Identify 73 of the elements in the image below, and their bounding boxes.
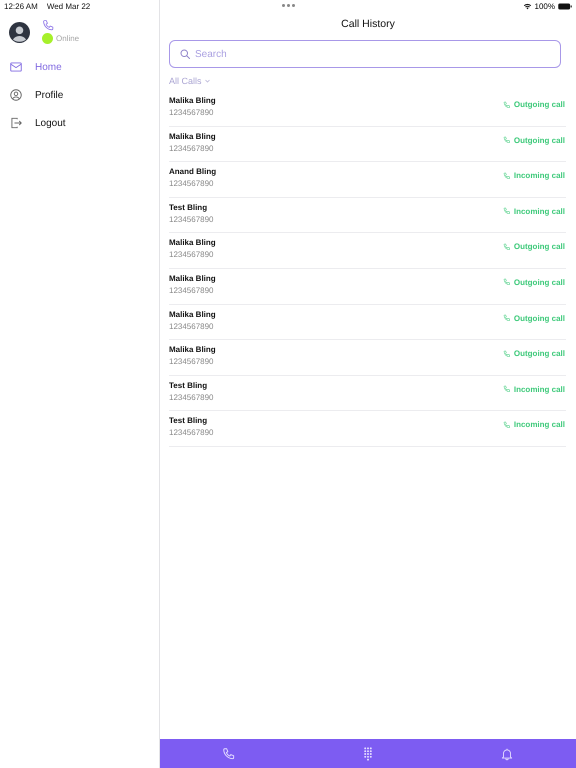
battery-percent: 100% [534, 2, 555, 11]
call-type: Incoming call [514, 206, 565, 216]
caller-number: 1234567890 [169, 108, 214, 117]
page-title: Call History [340, 17, 396, 32]
call-row[interactable]: Malika Bling 1234567890 Outgoing call [169, 304, 566, 340]
call-type: Outgoing call [514, 349, 565, 358]
caller-name: Malika Bling [169, 310, 216, 319]
phone-icon [502, 350, 511, 358]
caller-number: 1234567890 [169, 357, 214, 366]
call-type: Outgoing call [514, 314, 565, 323]
call-row[interactable]: Test Bling 1234567890 Incoming call [169, 411, 566, 447]
caller-name: Malika Bling [169, 345, 216, 354]
person-icon [9, 88, 23, 102]
search-field[interactable]: Search [169, 40, 561, 68]
battery-icon [558, 3, 572, 10]
call-row[interactable]: Malika Bling 1234567890 Outgoing call [169, 91, 566, 127]
multitask-icon [282, 4, 295, 7]
caller-name: Test Bling [169, 202, 208, 212]
caller-name: Malika Bling [169, 238, 216, 248]
caller-name: Anand Bling [169, 167, 216, 176]
caller-name: Test Bling [169, 416, 208, 426]
phone-icon [42, 19, 55, 32]
phone-icon [502, 278, 511, 286]
avatar-icon [9, 22, 30, 43]
call-row[interactable]: Anand Bling 1234567890 Incoming call [169, 162, 566, 198]
call-row[interactable]: Malika Bling 1234567890 Outgoing call [169, 233, 566, 269]
caller-number: 1234567890 [169, 428, 214, 438]
nav-item[interactable]: Home [0, 53, 159, 81]
call-row[interactable]: Malika Bling 1234567890 Outgoing call [169, 126, 566, 162]
phone-icon [502, 100, 511, 108]
call-row[interactable]: Test Bling 1234567890 Incoming call [169, 376, 566, 412]
bell-icon [500, 746, 514, 760]
search-icon [179, 48, 191, 60]
call-type: Outgoing call [514, 242, 565, 252]
logout-icon [9, 116, 23, 130]
call-type: Outgoing call [514, 136, 565, 145]
caller-number: 1234567890 [169, 322, 214, 331]
phone-icon [502, 207, 511, 216]
call-type: Incoming call [514, 420, 565, 430]
caller-number: 1234567890 [169, 392, 214, 402]
call-row[interactable]: Malika Bling 1234567890 Outgoing call [169, 268, 566, 305]
dialpad-icon [361, 746, 375, 760]
phone-icon [502, 385, 511, 394]
caller-name: Test Bling [169, 380, 208, 390]
call-type: Outgoing call [514, 278, 565, 287]
caller-name: Malika Bling [169, 274, 216, 283]
status-date: Wed Mar 22 [46, 2, 90, 11]
phone-icon [222, 746, 236, 760]
caller-name: Malika Bling [169, 96, 216, 105]
call-row[interactable]: Malika Bling 1234567890 Outgoing call [169, 340, 566, 376]
call-row[interactable]: Test Bling 1234567890 Incoming call [169, 198, 566, 234]
caller-number: 1234567890 [169, 214, 214, 224]
wifi-icon [522, 3, 532, 10]
status-text: Online [56, 34, 80, 43]
caret-icon [204, 79, 210, 83]
nav-item[interactable]: Profile [0, 81, 159, 109]
status-time: 12:26 AM [4, 2, 38, 11]
mail-icon [9, 60, 23, 74]
call-type: Incoming call [514, 384, 565, 394]
call-type: Incoming call [514, 171, 565, 180]
online-dot [42, 33, 53, 44]
phone-icon [502, 420, 511, 429]
caller-number: 1234567890 [169, 286, 214, 295]
phone-icon [502, 136, 511, 144]
caller-number: 1234567890 [169, 179, 214, 188]
phone-icon [502, 314, 511, 322]
call-type: Outgoing call [514, 100, 565, 109]
caller-name: Malika Bling [169, 132, 216, 141]
caller-number: 1234567890 [169, 250, 214, 260]
phone-icon [502, 172, 511, 180]
phone-icon [502, 242, 511, 251]
nav-item[interactable]: Logout [0, 109, 159, 137]
caller-number: 1234567890 [169, 144, 214, 153]
